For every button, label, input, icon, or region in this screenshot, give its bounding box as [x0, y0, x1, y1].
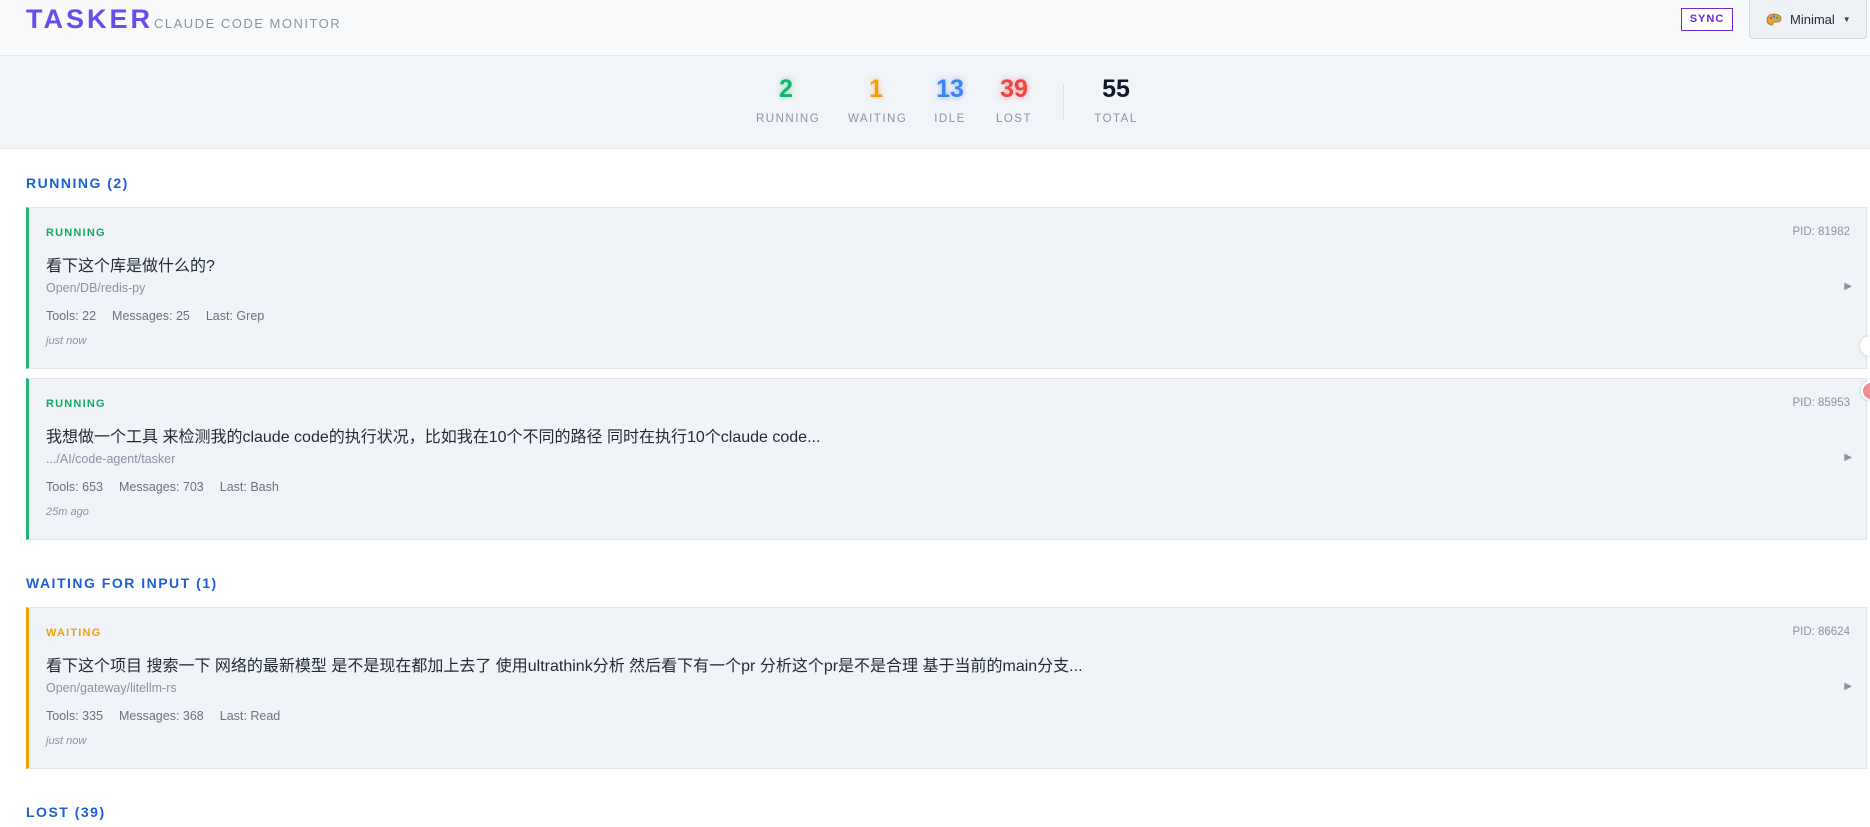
sync-button[interactable]: SYNC [1681, 8, 1733, 31]
status-badge: RUNNING [46, 398, 106, 410]
section-title-lost: LOST (39) [26, 804, 106, 820]
session-meta: Tools: 335 Messages: 368 Last: Read [46, 709, 280, 723]
session-time: 25m ago [46, 506, 89, 518]
session-title: 看下这个项目 搜索一下 网络的最新模型 是不是现在都加上去了 使用ultrath… [46, 658, 1083, 675]
session-path: .../AI/code-agent/tasker [46, 452, 176, 466]
session-card[interactable]: RUNNING PID: 81982 看下这个库是做什么的? Open/DB/r… [26, 207, 1867, 369]
stat-idle-label: IDLE [934, 113, 966, 125]
stat-lost-label: LOST [995, 113, 1033, 125]
session-path: Open/DB/redis-py [46, 281, 146, 295]
play-arrow-icon[interactable]: ▶ [1844, 452, 1852, 463]
tools-count: Tools: 653 [46, 480, 103, 494]
palette-icon [1766, 13, 1782, 26]
play-arrow-icon[interactable]: ▶ [1844, 281, 1852, 292]
stats-bar: 2 RUNNING 1 WAITING 13 IDLE 39 LOST 55 T… [0, 56, 1870, 149]
section-title-running: RUNNING (2) [26, 175, 129, 191]
app-subtitle: CLAUDE CODE MONITOR [154, 16, 342, 31]
pid-label: PID: 85953 [1792, 397, 1850, 409]
messages-count: Messages: 368 [118, 709, 204, 723]
stat-running-value: 2 [779, 75, 793, 103]
stat-lost-value: 39 [1000, 75, 1028, 103]
stat-total-value: 55 [1102, 75, 1130, 103]
stat-waiting-label: WAITING [848, 113, 908, 125]
stat-waiting-value: 1 [869, 75, 883, 103]
stat-idle-value: 13 [936, 75, 964, 103]
stat-running: 2 RUNNING [756, 74, 821, 125]
session-title: 我想做一个工具 来检测我的claude code的执行状况，比如我在10个不同的… [46, 429, 821, 446]
session-path: Open/gateway/litellm-rs [46, 681, 177, 695]
last-tool: Last: Bash [219, 480, 279, 494]
app-header: TASKER CLAUDE CODE MONITOR SYNC Minimal … [0, 0, 1870, 56]
session-time: just now [46, 335, 87, 347]
session-card[interactable]: RUNNING PID: 85953 我想做一个工具 来检测我的claude c… [26, 378, 1867, 540]
theme-dropdown[interactable]: Minimal ▼ [1749, 0, 1867, 39]
stat-waiting: 1 WAITING [848, 74, 908, 125]
last-tool: Last: Read [219, 709, 281, 723]
pid-label: PID: 81982 [1792, 226, 1850, 238]
status-badge: RUNNING [46, 227, 106, 239]
stat-lost: 39 LOST [994, 74, 1034, 125]
app-logo: TASKER [26, 4, 154, 34]
last-tool: Last: Grep [205, 309, 265, 323]
stat-idle: 13 IDLE [930, 74, 970, 125]
play-arrow-icon[interactable]: ▶ [1844, 681, 1852, 692]
status-badge: WAITING [46, 627, 102, 639]
session-title: 看下这个库是做什么的? [46, 258, 215, 275]
tools-count: Tools: 335 [46, 709, 103, 723]
session-meta: Tools: 653 Messages: 703 Last: Bash [46, 480, 279, 494]
session-time: just now [46, 735, 87, 747]
stat-total-label: TOTAL [1094, 113, 1138, 125]
stat-running-label: RUNNING [756, 113, 821, 125]
theme-label: Minimal [1790, 11, 1835, 27]
session-card[interactable]: WAITING PID: 86624 看下这个项目 搜索一下 网络的最新模型 是… [26, 607, 1867, 769]
messages-count: Messages: 25 [112, 309, 190, 323]
tools-count: Tools: 22 [46, 309, 97, 323]
pid-label: PID: 86624 [1792, 626, 1850, 638]
stats-divider [1063, 84, 1064, 120]
stat-total: 55 TOTAL [1093, 74, 1139, 125]
session-meta: Tools: 22 Messages: 25 Last: Grep [46, 309, 264, 323]
section-title-waiting: WAITING FOR INPUT (1) [26, 575, 218, 591]
caret-down-icon: ▼ [1842, 14, 1851, 24]
messages-count: Messages: 703 [118, 480, 204, 494]
